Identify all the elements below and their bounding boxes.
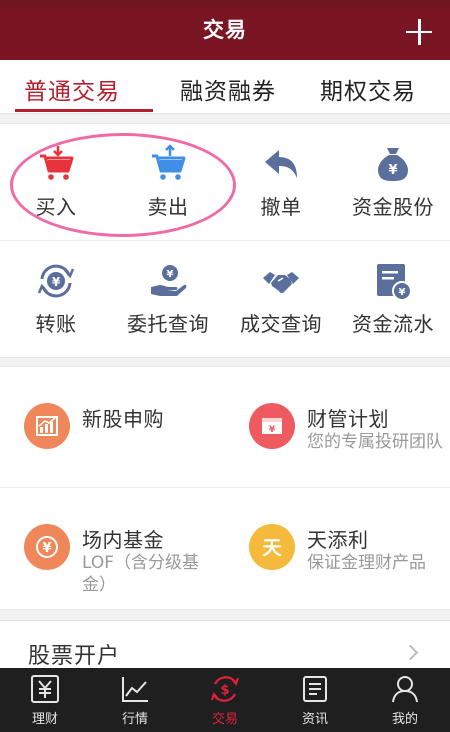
cancel-order-label: 撤单: [260, 195, 302, 219]
tiantianli-title: 天添利: [307, 528, 369, 552]
buy-button[interactable]: 买入: [0, 124, 112, 240]
nav-market[interactable]: 行情: [90, 668, 180, 732]
nav-profile-label: 我的: [391, 712, 418, 727]
yen-circle-icon: ¥: [24, 524, 70, 570]
ipo-subscription-title: 新股申购: [82, 407, 164, 431]
cart-down-icon: [40, 146, 74, 180]
cancel-order-button[interactable]: 撤单: [225, 124, 337, 240]
svg-text:$: $: [220, 683, 229, 698]
nav-wealth-label: 理财: [31, 712, 58, 727]
cash-flow-button[interactable]: ¥ 资金流水: [337, 241, 449, 357]
person-icon: [392, 676, 418, 703]
transfer-label: 转账: [35, 312, 77, 336]
wealth-plan-desc: 您的专属投研团队: [307, 432, 443, 452]
handshake-icon: [263, 272, 299, 294]
nav-trade[interactable]: $ 交易: [180, 668, 270, 732]
order-query-label: 委托查询: [127, 312, 209, 336]
tab-options-trading[interactable]: 期权交易: [320, 72, 416, 106]
exchange-fund-item[interactable]: ¥ 场内基金 LOF（含分级基金）: [0, 488, 225, 608]
bottom-nav: 理财 行情 $ 交易 资讯 我的: [0, 668, 450, 732]
deal-query-label: 成交查询: [240, 312, 322, 336]
status-bar: [0, 0, 450, 8]
undo-arrow-icon: [265, 150, 297, 178]
trade-type-tabs: 普通交易 融资融券 期权交易: [0, 60, 450, 114]
tiantianli-item[interactable]: 天 天添利 保证金理财产品: [225, 488, 450, 608]
exchange-fund-title: 场内基金: [82, 528, 164, 552]
open-stock-account-row[interactable]: 股票开户: [0, 620, 450, 669]
deal-query-button[interactable]: 成交查询: [225, 241, 337, 357]
funds-holdings-button[interactable]: ¥ 资金股份: [337, 124, 449, 240]
envelope-icon: ¥: [249, 403, 295, 449]
svg-text:¥: ¥: [399, 287, 406, 298]
plus-icon[interactable]: [406, 19, 432, 45]
wealth-plan-item[interactable]: ¥ 财管计划 您的专属投研团队: [225, 367, 450, 487]
sell-label: 卖出: [147, 195, 189, 219]
ipo-subscription-item[interactable]: 新股申购: [0, 367, 225, 487]
app-header: 交易: [0, 0, 450, 60]
nav-market-label: 行情: [121, 712, 148, 727]
nav-news-label: 资讯: [301, 712, 328, 727]
cart-up-icon: [152, 144, 186, 180]
page-title: 交易: [203, 18, 247, 42]
cash-flow-label: 资金流水: [352, 312, 434, 336]
sell-button[interactable]: 卖出: [112, 124, 224, 240]
svg-text:¥: ¥: [52, 275, 61, 289]
wealth-plan-title: 财管计划: [307, 407, 389, 431]
svg-text:¥: ¥: [388, 163, 397, 178]
transfer-icon: ¥: [37, 264, 75, 298]
trade-actions-grid: 买入 卖出 撤单 ¥ 资金股份 ¥ 转账 ¥ 委托查询 成交查询 ¥ 资金流水: [0, 123, 450, 358]
svg-text:天: 天: [262, 537, 282, 559]
news-icon: [303, 676, 327, 702]
chevron-right-icon: [402, 644, 419, 661]
chart-icon: [24, 403, 70, 449]
svg-text:¥: ¥: [42, 541, 51, 556]
nav-profile[interactable]: 我的: [360, 668, 450, 732]
hand-coin-icon: ¥: [151, 265, 187, 296]
transfer-button[interactable]: ¥ 转账: [0, 241, 112, 357]
svg-text:¥: ¥: [269, 425, 276, 435]
services-panel: 新股申购 ¥ 财管计划 您的专属投研团队 ¥ 场内基金 LOF（含分级基金） 天: [0, 366, 450, 610]
exchange-fund-desc: LOF（含分级基金）: [82, 553, 200, 595]
statement-icon: ¥: [377, 264, 412, 301]
svg-text:¥: ¥: [167, 269, 174, 280]
nav-news[interactable]: 资讯: [270, 668, 360, 732]
nav-trade-label: 交易: [211, 712, 238, 727]
open-stock-account-label: 股票开户: [28, 644, 121, 669]
tian-icon: 天: [249, 524, 295, 570]
buy-label: 买入: [35, 195, 77, 219]
dollar-circle-icon: $: [211, 676, 239, 702]
active-tab-indicator: [15, 109, 153, 112]
line-chart-icon: [122, 677, 148, 702]
money-bag-icon: ¥: [378, 148, 408, 181]
order-query-button[interactable]: ¥ 委托查询: [112, 241, 224, 357]
tab-normal-trade[interactable]: 普通交易: [24, 72, 120, 106]
tiantianli-desc: 保证金理财产品: [307, 553, 426, 573]
funds-holdings-label: 资金股份: [352, 195, 434, 219]
yen-box-icon: [31, 675, 59, 703]
tab-margin-trading[interactable]: 融资融券: [180, 72, 276, 106]
nav-wealth[interactable]: 理财: [0, 668, 90, 732]
